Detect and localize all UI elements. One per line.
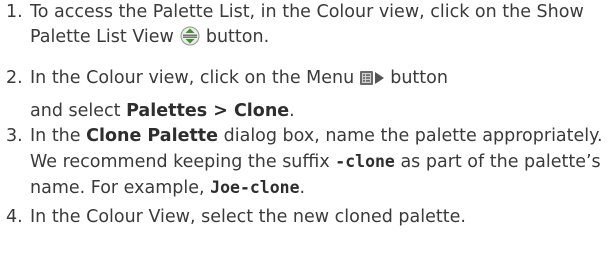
- step-text: In the Colour View, select the new clone…: [30, 207, 466, 227]
- step-text: In the: [30, 126, 81, 146]
- dialog-name: Clone Palette: [86, 126, 219, 146]
- step-text: In the Colour view, click on the Menu: [30, 68, 355, 88]
- code-suffix: -clone: [335, 152, 395, 171]
- code-example: Joe-clone: [210, 178, 300, 197]
- period: .: [299, 178, 306, 198]
- step-3: 3. In the Clone Palette dialog box, name…: [0, 124, 610, 201]
- step-number: 4.: [6, 207, 23, 227]
- step-number: 1.: [6, 2, 23, 22]
- show-palette-list-view-icon: [179, 26, 201, 54]
- step-text: To access the Palette List, in the Colou…: [30, 2, 584, 47]
- menu-icon: [359, 69, 385, 95]
- period: .: [289, 101, 295, 121]
- step-number: 2.: [6, 68, 23, 88]
- step-line-2: and select Palettes > Clone.: [30, 99, 610, 124]
- step-text: and select: [30, 101, 121, 121]
- step-text: button: [390, 68, 448, 88]
- menu-path: Palettes > Clone: [126, 101, 290, 121]
- instruction-steps: 1. To access the Palette List, in the Co…: [0, 0, 610, 230]
- step-number: 3.: [6, 126, 23, 146]
- step-text-end: button.: [205, 27, 270, 47]
- step-1: 1. To access the Palette List, in the Co…: [0, 0, 610, 54]
- step-4: 4. In the Colour View, select the new cl…: [0, 205, 610, 230]
- step-2: 2. In the Colour view, click on the Menu…: [0, 66, 610, 124]
